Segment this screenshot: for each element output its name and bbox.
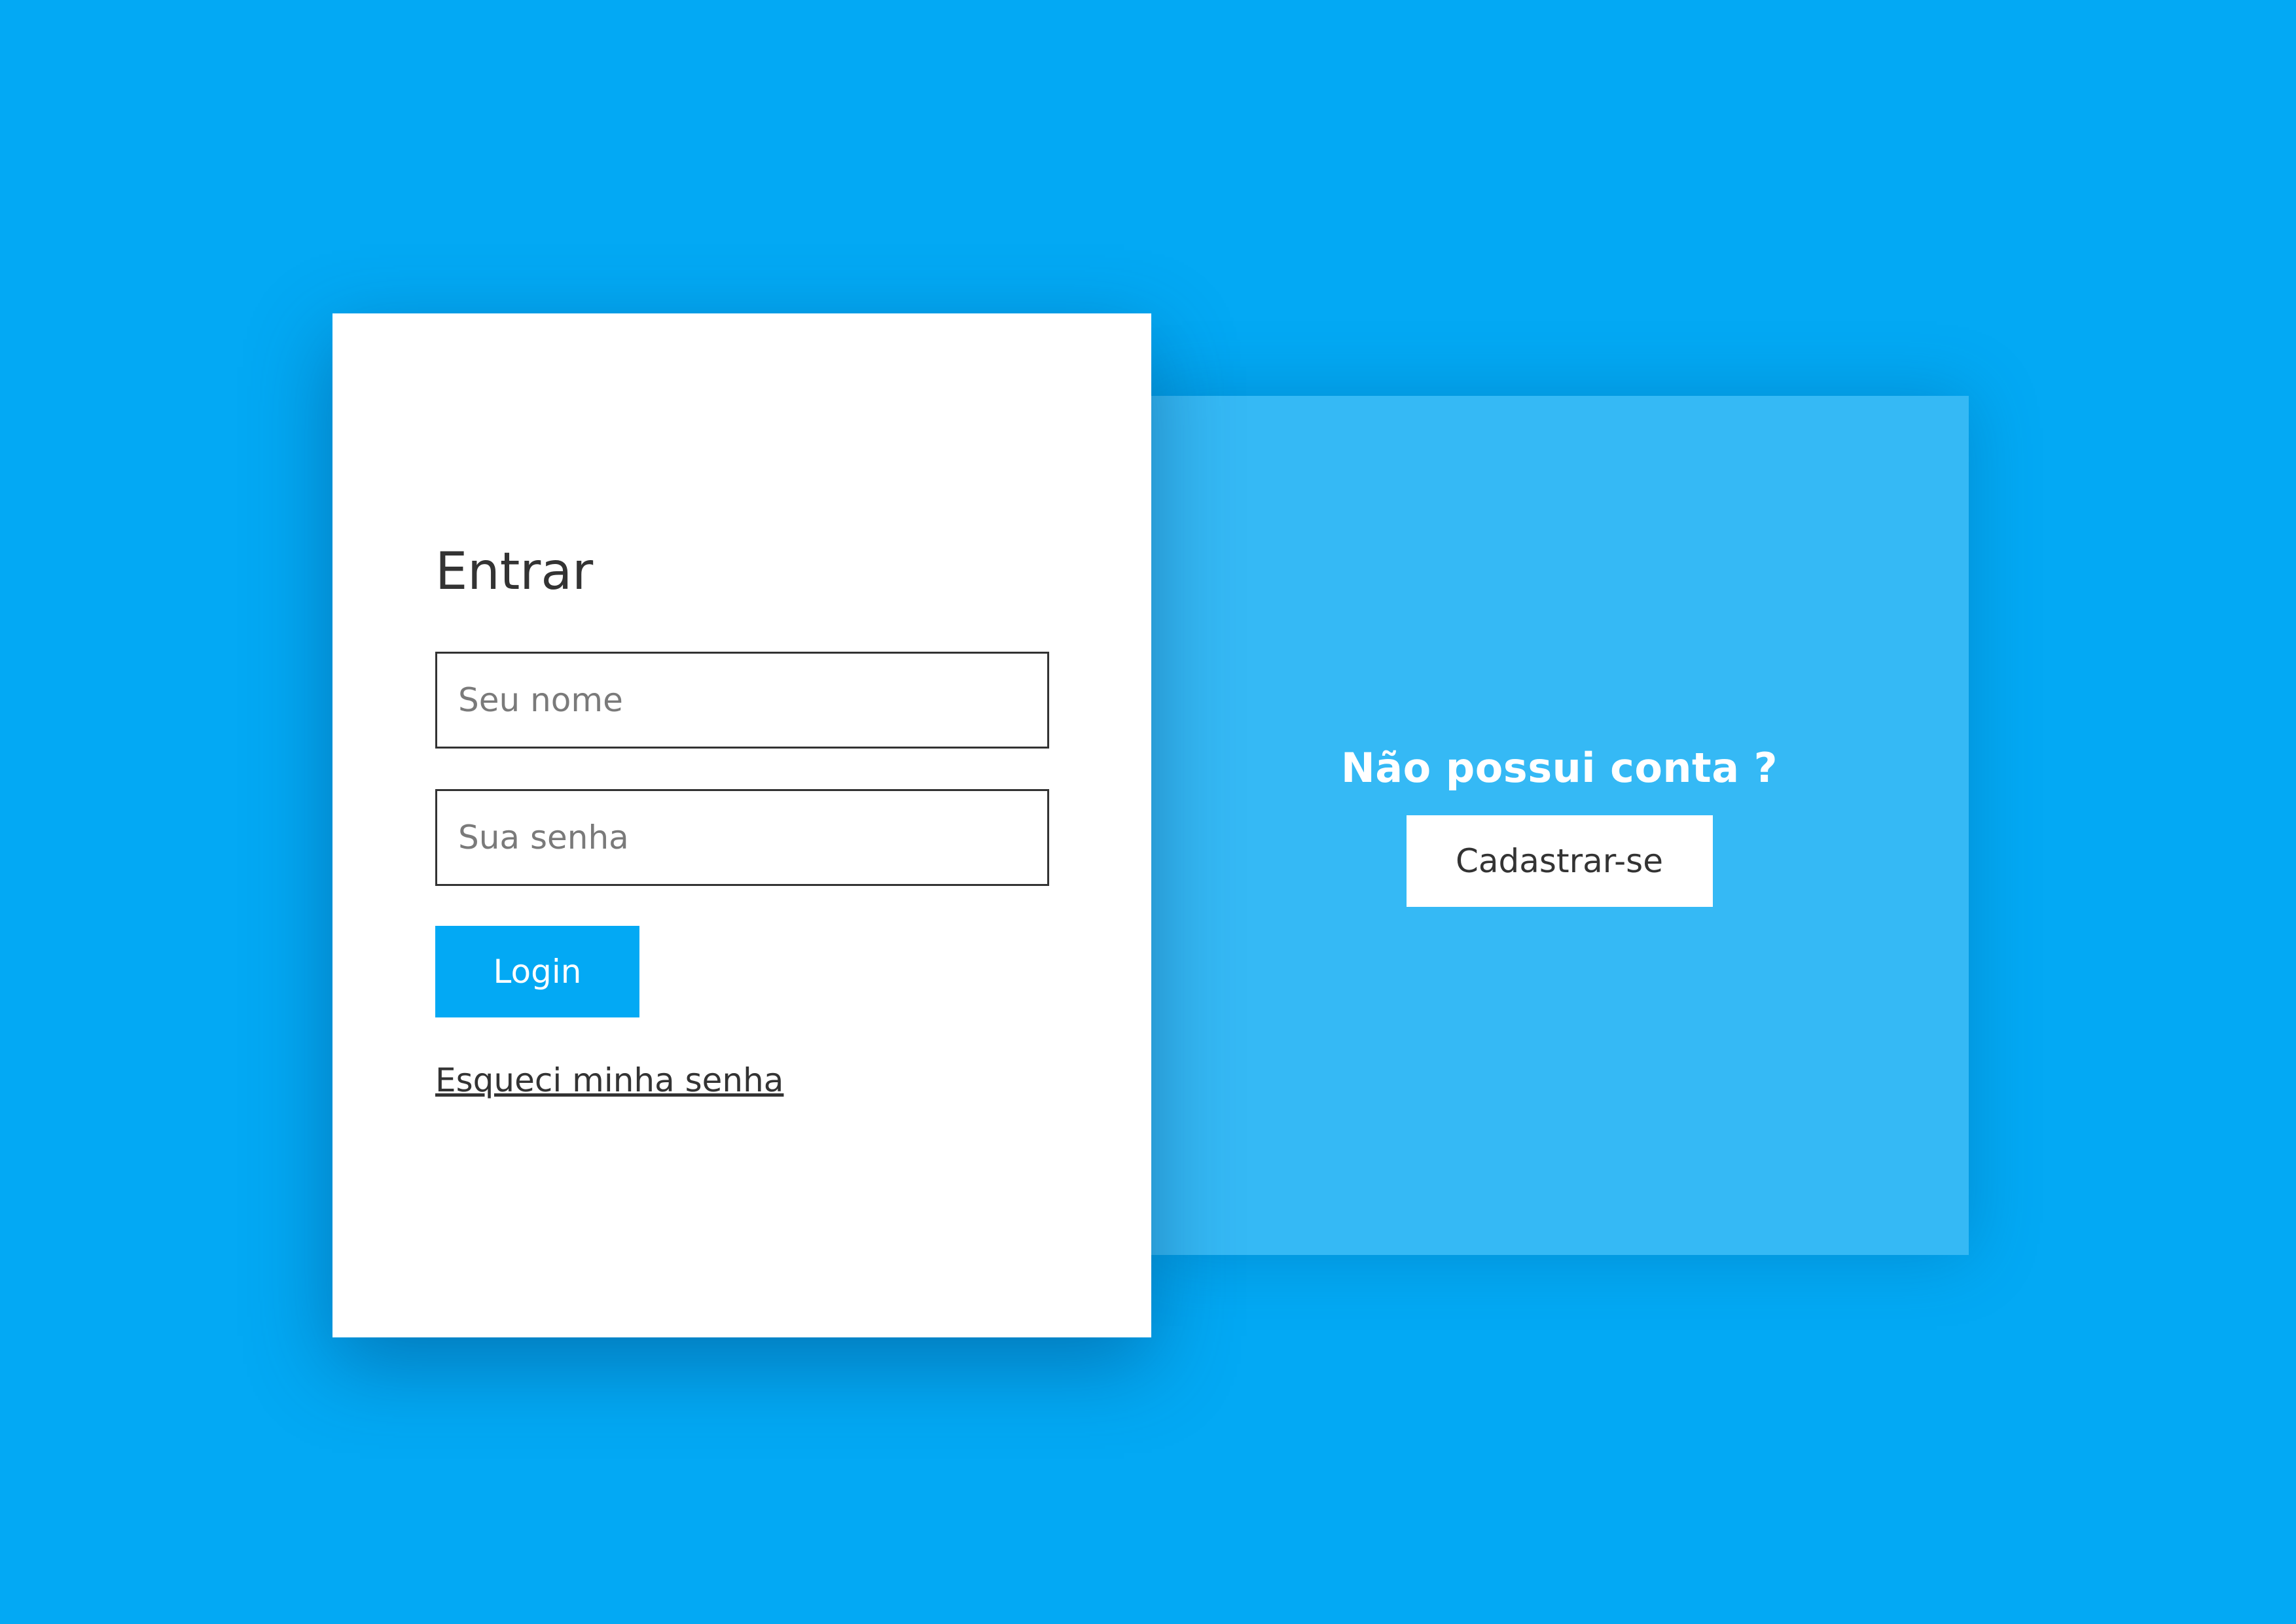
login-button[interactable]: Login bbox=[435, 926, 639, 1017]
login-title: Entrar bbox=[435, 542, 594, 601]
login-panel: Entrar Login Esqueci minha senha bbox=[332, 313, 1151, 1337]
forgot-password-link[interactable]: Esqueci minha senha bbox=[435, 1061, 783, 1099]
name-input[interactable] bbox=[435, 652, 1049, 749]
register-panel: Não possui conta ? Cadastrar-se bbox=[1150, 396, 1969, 1255]
password-input[interactable] bbox=[435, 789, 1049, 886]
register-prompt: Não possui conta ? bbox=[1340, 744, 1778, 792]
register-button[interactable]: Cadastrar-se bbox=[1406, 815, 1713, 907]
login-page: Não possui conta ? Cadastrar-se Entrar L… bbox=[0, 0, 2296, 1624]
